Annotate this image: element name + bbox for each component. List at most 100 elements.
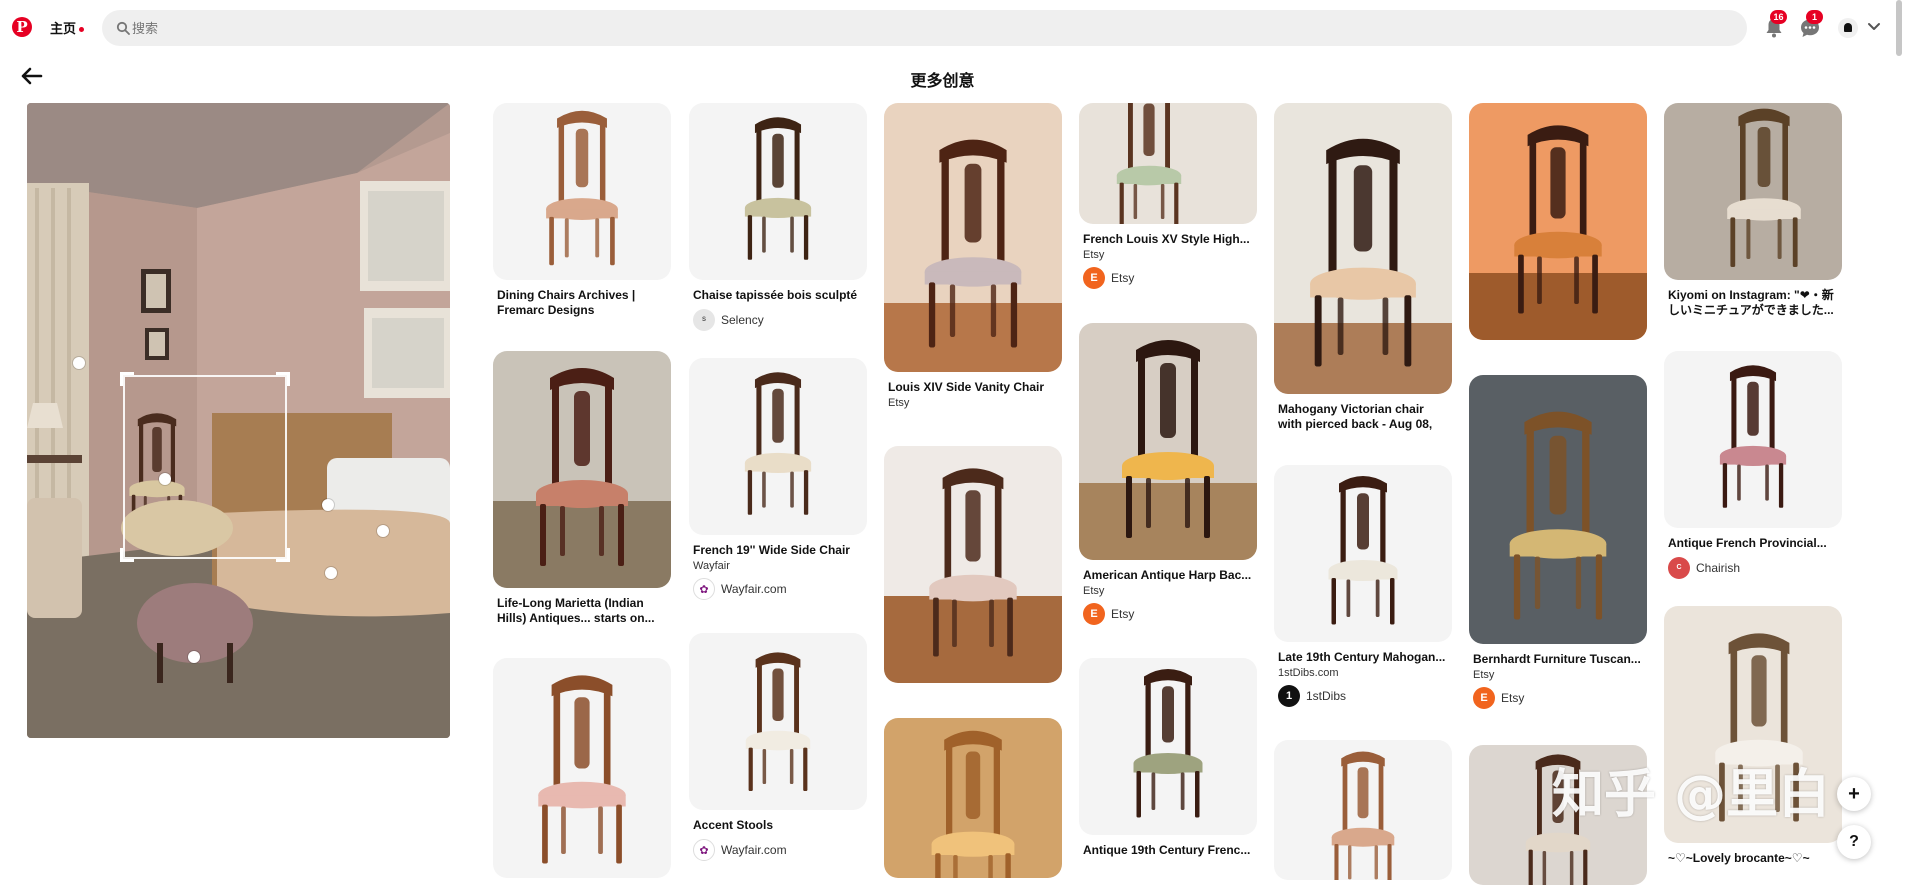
pin-card[interactable]: Chaise tapissée bois sculpté S Selency [689,103,867,333]
crop-handle-top-left[interactable] [120,372,134,386]
pin-image[interactable] [884,718,1062,878]
messages-badge: 1 [1806,10,1823,24]
pin-title[interactable]: Mahogany Victorian chair with pierced ba… [1278,402,1448,432]
add-button[interactable]: + [1837,777,1871,811]
notifications-button[interactable]: 16 [1762,10,1787,40]
user-avatar[interactable] [1838,18,1858,38]
home-tab-label: 主页 [50,21,77,36]
pin-image[interactable] [493,658,671,878]
pin-card[interactable] [1469,103,1647,340]
notifications-badge: 16 [1770,10,1787,24]
source-name: Etsy [1501,691,1525,705]
pin-title[interactable]: Antique French Provincial... [1668,536,1838,551]
pin-image[interactable] [1079,103,1257,224]
pin-subtitle: Etsy [888,397,910,409]
pinterest-logo-icon[interactable]: P [12,17,32,37]
pin-card[interactable] [1274,740,1452,880]
pin-source[interactable]: C Chairish [1668,557,1838,581]
pin-source[interactable]: E Etsy [1083,603,1253,627]
pin-card[interactable]: French 19'' Wide Side Chair Wayfair ✿ Wa… [689,358,867,602]
object-dot-pillow[interactable] [377,525,389,537]
pin-title[interactable]: French 19'' Wide Side Chair [693,543,863,558]
etsy-logo-icon: E [1473,687,1495,709]
pin-image[interactable] [689,358,867,535]
pin-title[interactable]: Life-Long Marietta (Indian Hills) Antiqu… [497,596,667,626]
pin-card[interactable]: Accent Stools ✿ Wayfair.com [689,633,867,863]
pin-source[interactable]: S Selency [693,309,863,333]
pin-title[interactable]: Chaise tapissée bois sculpté [693,288,863,303]
wayfair-logo-icon: ✿ [693,578,715,600]
object-dot-chair[interactable] [159,473,171,485]
pin-title[interactable]: ~♡~Lovely brocante~♡~ [1668,851,1838,866]
home-tab[interactable]: 主页 [50,18,85,37]
pin-card[interactable]: Bernhardt Furniture Tuscan... Etsy E Ets… [1469,375,1647,711]
pin-title[interactable]: Dining Chairs Archives | Fremarc Designs [497,288,667,318]
pin-image[interactable] [1664,103,1842,280]
source-name: 1stDibs [1306,689,1347,703]
pin-card[interactable]: American Antique Harp Bac... Etsy E Etsy [1079,323,1257,627]
pin-image[interactable] [689,103,867,280]
source-name: Chairish [1696,561,1741,575]
visual-search-image[interactable] [27,103,450,738]
pin-title[interactable]: Late 19th Century Mahogan... [1278,650,1448,665]
pin-title[interactable]: Kiyomi on Instagram: "❤・新しいミニチュアができました..… [1668,288,1838,318]
pin-image[interactable] [1274,465,1452,642]
pin-card[interactable]: Mahogany Victorian chair with pierced ba… [1274,103,1452,432]
object-dot-basket[interactable] [325,567,337,579]
pin-card[interactable]: Antique 19th Century Frenc... [1079,658,1257,858]
1stdibs-logo-icon: 1 [1278,685,1300,707]
crop-handle-top-right[interactable] [276,372,290,386]
home-unread-dot [79,27,85,33]
pin-card[interactable]: Louis XIV Side Vanity Chair Etsy [884,103,1062,409]
crop-handle-bottom-right[interactable] [276,548,290,562]
object-dot-bed[interactable] [322,499,334,511]
pin-image[interactable] [1664,351,1842,528]
zhihu-watermark: 知乎 @里白 [1552,765,1831,825]
object-dot-pouf[interactable] [188,651,200,663]
pin-card[interactable] [493,658,671,878]
pin-card[interactable]: ~♡~Lovely brocante~♡~ [1664,606,1842,866]
pin-image[interactable] [493,103,671,280]
pin-title[interactable]: French Louis XV Style High... [1083,232,1253,247]
pin-card[interactable]: Life-Long Marietta (Indian Hills) Antiqu… [493,351,671,626]
pin-image[interactable] [689,633,867,810]
object-dot-lamp[interactable] [73,357,85,369]
crop-selection-box[interactable] [123,375,287,559]
crop-handle-bottom-left[interactable] [120,548,134,562]
pin-title[interactable]: Accent Stools [693,818,863,833]
pin-source[interactable]: E Etsy [1473,687,1643,711]
pin-image[interactable] [884,446,1062,683]
pin-source[interactable]: 1 1stDibs [1278,685,1448,709]
pin-title[interactable]: Antique 19th Century Frenc... [1083,843,1253,858]
pin-card[interactable]: French Louis XV Style High... Etsy E Ets… [1079,103,1257,291]
pin-image[interactable] [1079,658,1257,835]
pin-subtitle: Etsy [1083,249,1105,261]
search-bar[interactable] [102,10,1747,46]
pin-image[interactable] [1079,323,1257,560]
pin-image[interactable] [1469,375,1647,644]
pin-title[interactable]: Bernhardt Furniture Tuscan... [1473,652,1643,667]
pin-image[interactable] [493,351,671,588]
source-name: Etsy [1111,607,1135,621]
pin-title[interactable]: Louis XIV Side Vanity Chair [888,380,1058,395]
pin-image[interactable] [1274,103,1452,394]
pin-source[interactable]: ✿ Wayfair.com [693,839,863,863]
chevron-down-icon[interactable] [1866,18,1882,34]
pin-card[interactable] [884,446,1062,683]
search-input[interactable] [132,18,1722,38]
pin-image[interactable] [1274,740,1452,880]
scrollbar-thumb[interactable] [1896,0,1902,56]
pin-title[interactable]: American Antique Harp Bac... [1083,568,1253,583]
messages-button[interactable]: 1 [1798,10,1823,40]
pin-source[interactable]: E Etsy [1083,267,1253,291]
pin-card[interactable]: Kiyomi on Instagram: "❤・新しいミニチュアができました..… [1664,103,1842,318]
pin-card[interactable]: Antique French Provincial... C Chairish [1664,351,1842,581]
pin-image[interactable] [884,103,1062,372]
help-button[interactable]: ? [1837,825,1871,859]
pin-card[interactable]: Dining Chairs Archives | Fremarc Designs [493,103,671,318]
pin-image[interactable] [1469,103,1647,340]
pin-card[interactable]: Late 19th Century Mahogan... 1stDibs.com… [1274,465,1452,709]
pin-card[interactable] [884,718,1062,878]
pin-source[interactable]: ✿ Wayfair.com [693,578,863,602]
pin-subtitle: Etsy [1083,585,1105,597]
